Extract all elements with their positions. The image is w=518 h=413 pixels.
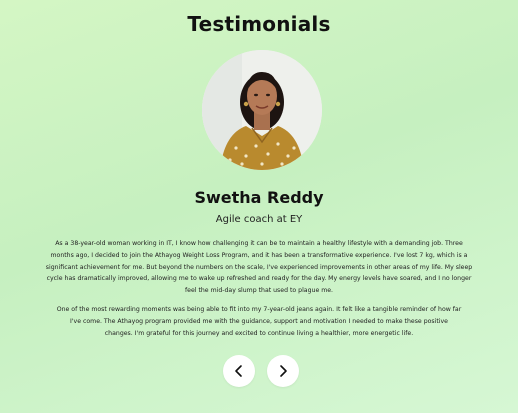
testimonial-paragraph-1: As a 38-year-old woman working in IT, I … (45, 240, 473, 295)
section-heading: Testimonials (187, 12, 331, 36)
testimonial-avatar (202, 50, 322, 170)
chevron-left-icon (235, 365, 242, 377)
chevron-right-icon (280, 365, 287, 377)
testimonial-name: Swetha Reddy (194, 188, 324, 207)
testimonials-section: Testimonials Swetha Reddy Agile coach at… (0, 0, 518, 413)
avatar-portrait-image (202, 50, 322, 170)
next-testimonial-button[interactable] (267, 355, 299, 387)
previous-testimonial-button[interactable] (223, 355, 255, 387)
testimonial-paragraph-2: One of the most rewarding moments was be… (56, 306, 462, 337)
testimonial-role: Agile coach at EY (215, 214, 303, 225)
